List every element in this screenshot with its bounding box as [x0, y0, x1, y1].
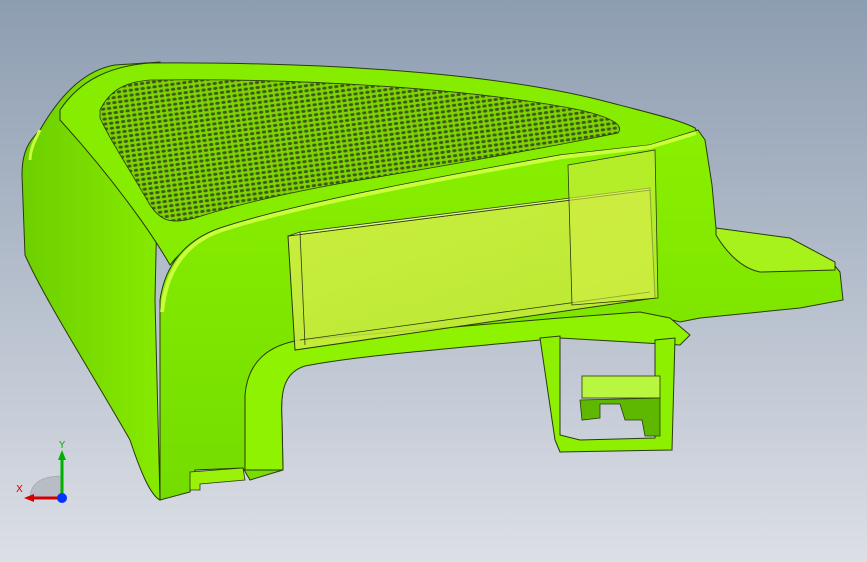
z-axis-dot [57, 493, 67, 503]
transparent-plate [567, 149, 659, 306]
x-axis-label: X [16, 484, 23, 495]
x-axis-arrow [24, 494, 34, 502]
coordinate-triad-icon [24, 450, 67, 503]
clip-inner-slot [581, 375, 661, 399]
triad-plane [29, 475, 63, 499]
coordinate-triad: X Y [12, 438, 82, 508]
cad-model-scene[interactable] [0, 0, 867, 562]
y-axis-label: Y [59, 440, 66, 451]
y-axis-arrow [58, 450, 66, 460]
cad-3d-viewport[interactable]: X Y [0, 0, 867, 562]
